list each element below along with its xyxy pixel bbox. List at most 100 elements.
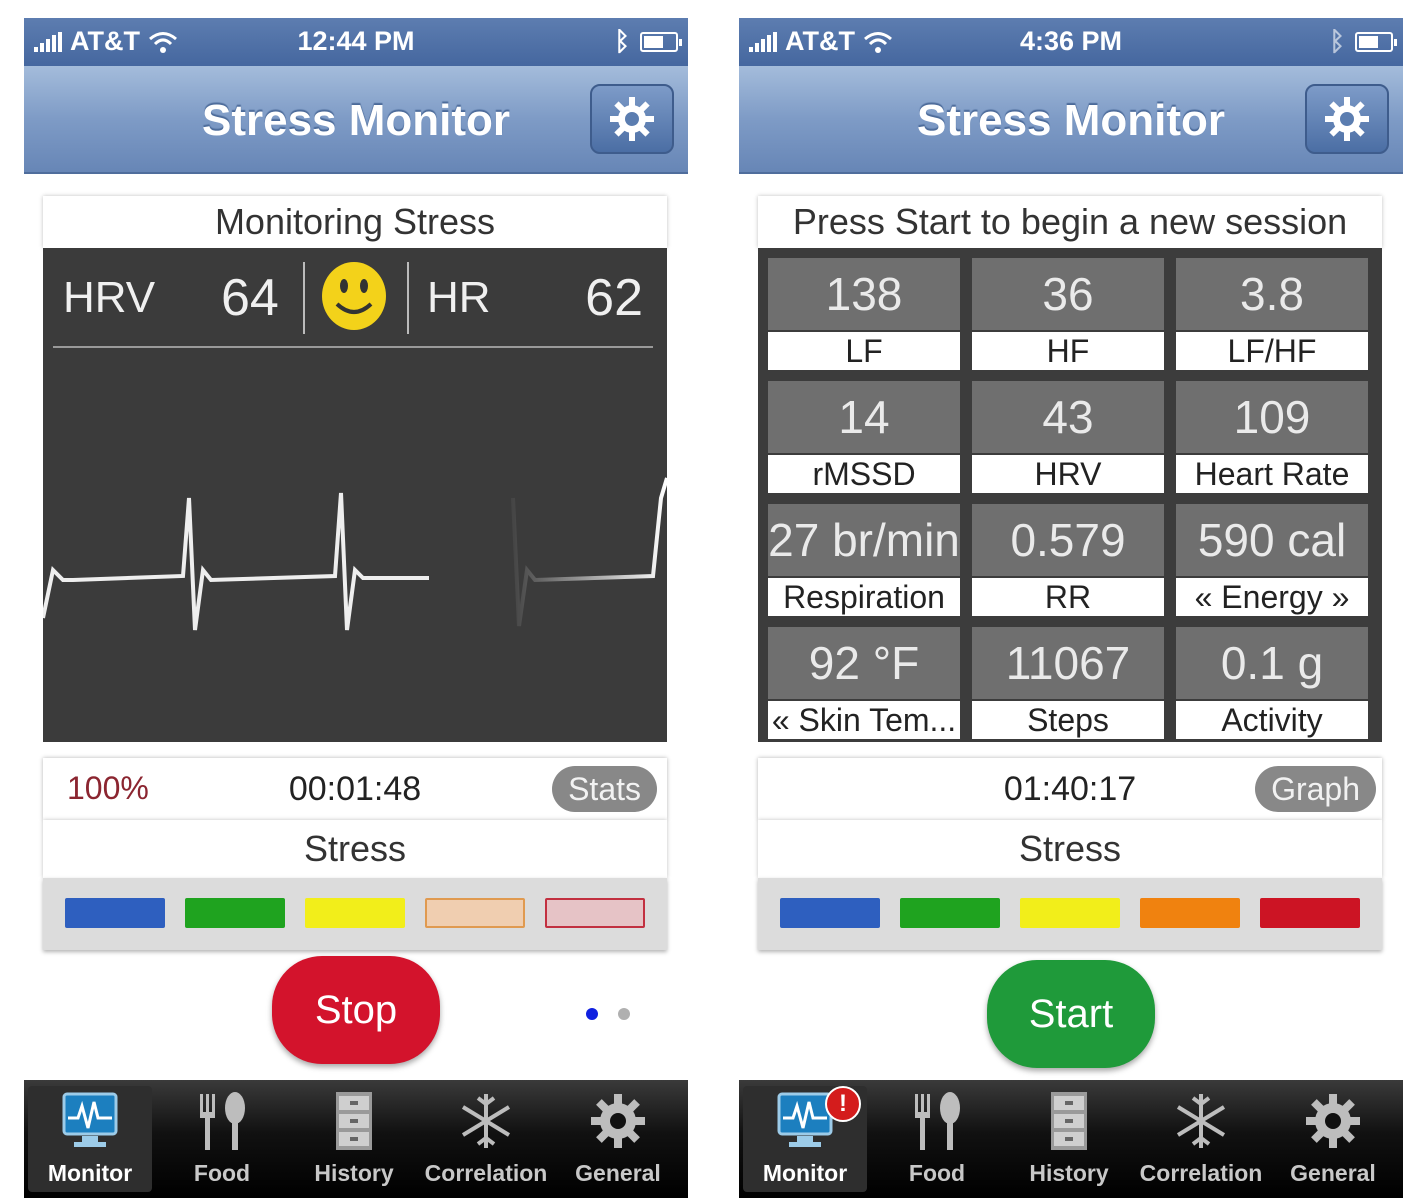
stat-cell[interactable]: 27 br/min Respiration (768, 504, 960, 616)
tab-correlation[interactable]: Correlation (1139, 1086, 1263, 1192)
status-bar: AT&T 12:44 PM ᛒ (24, 18, 688, 66)
stress-level-swatch (1260, 898, 1360, 928)
start-button[interactable]: Start (987, 960, 1155, 1068)
stat-cell[interactable]: 109 Heart Rate (1176, 381, 1368, 493)
stat-cell[interactable]: 138 LF (768, 258, 960, 370)
fork-spoon-icon (200, 1092, 245, 1150)
stress-label: Stress (758, 820, 1382, 878)
stat-value: 109 (1176, 381, 1368, 453)
bluetooth-icon: ᛒ (1329, 26, 1345, 56)
stat-value: 27 br/min (768, 504, 960, 576)
alert-badge: ! (825, 1086, 861, 1122)
stat-label: HRV (972, 455, 1164, 493)
tab-label: Monitor (762, 1160, 848, 1186)
snowflake-icon (1176, 1094, 1226, 1148)
stat-cell[interactable]: 11067 Steps (972, 627, 1164, 739)
tab-general[interactable]: General (556, 1086, 680, 1192)
stats-button[interactable]: Stats (552, 766, 657, 812)
cabinet-icon (1051, 1092, 1087, 1150)
stat-cell[interactable]: 36 HF (972, 258, 1164, 370)
tab-history[interactable]: History (292, 1086, 416, 1192)
stress-level-swatch (305, 898, 405, 928)
tab-bar: Monitor Food History Correlation General (24, 1080, 688, 1198)
stat-label: Respiration (768, 578, 960, 616)
stress-label: Stress (43, 820, 667, 878)
status-bar: AT&T 4:36 PM ᛒ (739, 18, 1403, 66)
tab-general[interactable]: General (1271, 1086, 1395, 1192)
phone-screen-right: AT&T 4:36 PM ᛒ Stress Monitor Press Star… (739, 18, 1403, 1198)
session-info-row: 01:40:17 Graph (758, 758, 1382, 820)
stat-value: 36 (972, 258, 1164, 330)
stat-label: LF (768, 332, 960, 370)
stat-cell[interactable]: 14 rMSSD (768, 381, 960, 493)
stress-level-swatch (1020, 898, 1120, 928)
gear-icon (591, 1094, 645, 1148)
nav-bar: Stress Monitor (24, 66, 688, 174)
page-indicator-dot[interactable] (618, 1008, 630, 1020)
stat-cell[interactable]: 590 cal « Energy » (1176, 504, 1368, 616)
stress-level-swatch (1140, 898, 1240, 928)
hrv-label: HRV (63, 273, 156, 322)
tab-label: Correlation (424, 1160, 548, 1186)
stress-level-swatch (65, 898, 165, 928)
stress-level-swatch (780, 898, 880, 928)
nav-bar: Stress Monitor (739, 66, 1403, 174)
cabinet-icon (336, 1092, 372, 1150)
stat-value: 92 °F (768, 627, 960, 699)
tab-label: Monitor (47, 1160, 133, 1186)
stat-cell[interactable]: 43 HRV (972, 381, 1164, 493)
stress-scale (758, 878, 1382, 950)
stress-level-swatch (185, 898, 285, 928)
hr-value: 62 (585, 269, 643, 327)
stat-label: HF (972, 332, 1164, 370)
tab-food[interactable]: Food (160, 1086, 284, 1192)
tab-label: Food (193, 1160, 251, 1186)
graph-button[interactable]: Graph (1255, 766, 1376, 812)
tab-food[interactable]: Food (875, 1086, 999, 1192)
stats-grid: 138 LF 36 HF 3.8 LF/HF 14 rMSSD 43 HRV 109 Heart Ra… (758, 248, 1382, 742)
settings-button[interactable] (1305, 84, 1389, 154)
ecg-waveform (43, 477, 667, 631)
stop-button[interactable]: Stop (272, 956, 440, 1064)
settings-button[interactable] (590, 84, 674, 154)
nav-title: Stress Monitor (201, 96, 511, 145)
monitor-icon (62, 1092, 118, 1147)
stat-cell[interactable]: 92 °F « Skin Tem... (768, 627, 960, 739)
stat-value: 0.579 (972, 504, 1164, 576)
battery-icon (640, 31, 682, 52)
stat-cell[interactable]: 3.8 LF/HF (1176, 258, 1368, 370)
stat-value: 43 (972, 381, 1164, 453)
tab-monitor[interactable]: ! Monitor (743, 1086, 867, 1192)
smiley-face-icon (322, 262, 386, 330)
hr-label: HR (427, 273, 491, 322)
bluetooth-icon: ᛒ (614, 26, 630, 56)
tab-monitor[interactable]: Monitor (28, 1086, 152, 1192)
stat-label: LF/HF (1176, 332, 1368, 370)
gear-icon (610, 97, 654, 141)
session-info-row: 100% 00:01:48 Stats (43, 758, 667, 820)
stress-level-swatch (545, 898, 645, 928)
stat-cell[interactable]: 0.1 g Activity (1176, 627, 1368, 739)
status-right: ᛒ (1329, 26, 1397, 57)
stat-value: 3.8 (1176, 258, 1368, 330)
status-right: ᛒ (614, 26, 682, 57)
tab-label: History (314, 1160, 394, 1186)
stat-cell[interactable]: 0.579 RR (972, 504, 1164, 616)
stat-label: RR (972, 578, 1164, 616)
tab-correlation[interactable]: Correlation (424, 1086, 548, 1192)
snowflake-icon (461, 1094, 511, 1148)
stress-scale (43, 878, 667, 950)
stat-label: « Energy » (1176, 578, 1368, 616)
divider (407, 262, 409, 334)
gear-icon (1325, 97, 1369, 141)
fork-spoon-icon (915, 1092, 960, 1150)
session-status-title: Monitoring Stress (43, 196, 667, 248)
stat-label: « Skin Tem... (768, 701, 960, 739)
tab-history[interactable]: History (1007, 1086, 1131, 1192)
stat-value: 138 (768, 258, 960, 330)
tab-label: History (1029, 1160, 1109, 1186)
stress-level-swatch (900, 898, 1000, 928)
divider (303, 262, 305, 334)
stat-value: 590 cal (1176, 504, 1368, 576)
stat-label: rMSSD (768, 455, 960, 493)
